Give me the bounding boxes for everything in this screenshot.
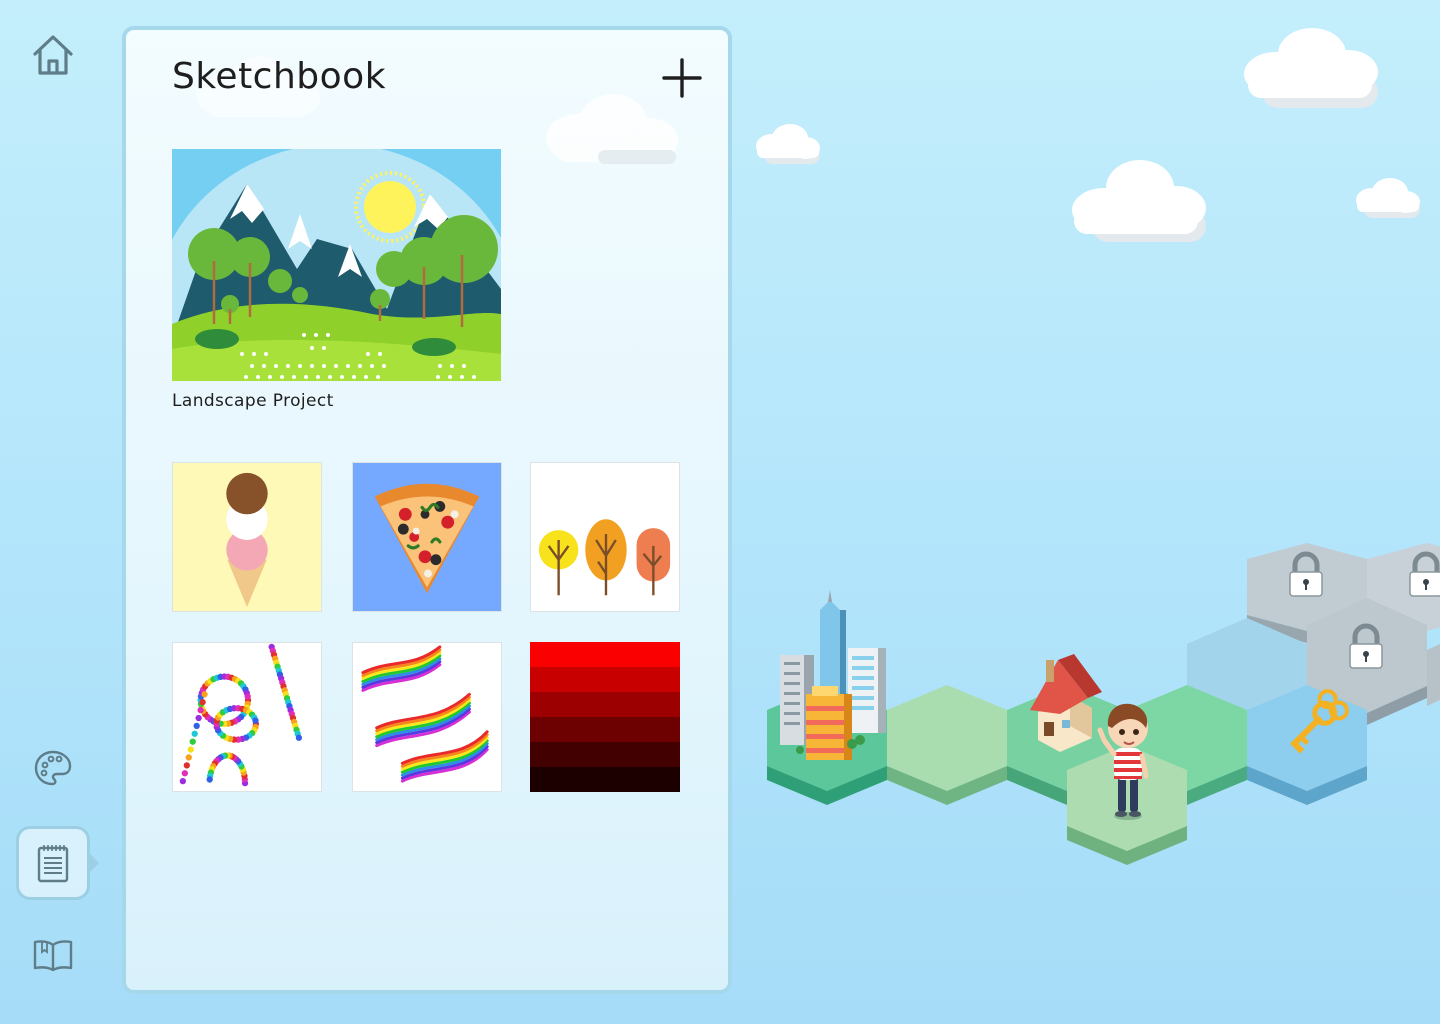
sketchbook-panel: Sketchbook Landscape Project — [122, 26, 732, 994]
doodle-dot — [185, 754, 192, 761]
doodle-dot — [181, 770, 188, 777]
cloud-decoration — [1356, 178, 1420, 218]
doodle-dot — [206, 776, 213, 783]
doodle-dot — [187, 746, 194, 753]
doodle-dot — [195, 714, 202, 722]
nav-home-button[interactable] — [16, 18, 90, 92]
world-map — [767, 543, 1440, 865]
book-icon — [33, 940, 73, 972]
cloud-decoration — [1244, 28, 1378, 108]
drawing-thumbnail-red-gradient[interactable] — [530, 642, 680, 792]
drawing-thumbnail-dots-doodle[interactable] — [172, 642, 322, 792]
doodle-dot — [183, 762, 190, 769]
doodle-dot — [199, 699, 206, 706]
doodle-dot — [197, 706, 204, 714]
cloud-decoration — [1072, 160, 1206, 242]
doodle-dot — [189, 738, 196, 745]
drawing-thumbnail-trees[interactable] — [530, 462, 680, 612]
notepad-icon — [37, 845, 69, 883]
home-icon — [33, 35, 73, 75]
nav-sketchbook-button[interactable] — [16, 826, 99, 900]
map-tile[interactable] — [887, 685, 1007, 805]
add-drawing-button[interactable] — [660, 56, 704, 100]
plus-icon — [662, 58, 702, 98]
nav-book-button[interactable] — [16, 918, 90, 992]
cloud-decoration — [756, 124, 820, 164]
doodle-dot — [193, 722, 200, 730]
palette-icon — [34, 750, 72, 786]
featured-drawing-thumbnail[interactable] — [172, 149, 501, 381]
doodle-dot — [179, 777, 187, 785]
drawing-thumbnail-pizza[interactable] — [352, 462, 502, 612]
page-title: Sketchbook — [172, 56, 387, 97]
featured-drawing-title: Landscape Project — [172, 391, 334, 411]
doodle-dot — [191, 730, 198, 737]
map-tile-key[interactable] — [1247, 685, 1367, 805]
nav-palette-button[interactable] — [16, 731, 90, 805]
doodle-dot — [201, 691, 208, 698]
doodle-dot — [252, 717, 259, 724]
drawing-thumbnail-ice-cream[interactable] — [172, 462, 322, 612]
cloud-decoration — [546, 94, 678, 164]
drawing-thumbnail-rainbow-stripes[interactable] — [352, 642, 502, 792]
doodle-dot — [244, 693, 251, 700]
doodle-dot — [295, 734, 303, 741]
